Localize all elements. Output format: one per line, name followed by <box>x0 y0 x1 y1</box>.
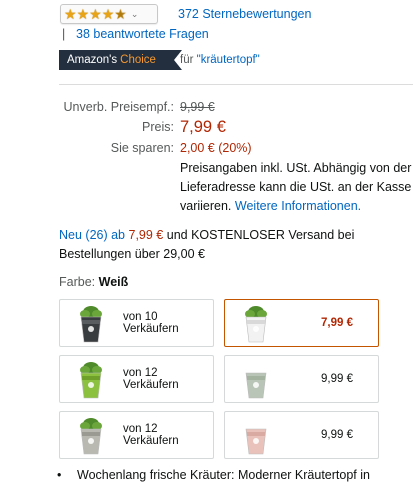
price-value: 7,99 € <box>180 118 226 136</box>
new-offers-price: 7,99 € <box>128 228 164 242</box>
star-rating-dropdown[interactable]: ★ ★ ★ ★ ★ ⌄ <box>60 4 158 24</box>
plant-pot-thumbnail <box>80 306 102 343</box>
savings-label: Sie sparen: <box>110 141 174 155</box>
swatch-price: 9,99 € <box>321 373 353 385</box>
color-swatch[interactable]: 7,99 € <box>224 299 379 347</box>
swatch-price: 9,99 € <box>321 429 353 441</box>
star-icon: ★ <box>76 6 90 22</box>
star-icon: ★ <box>64 6 77 22</box>
color-swatch[interactable]: von 12 Verkäufern <box>59 355 214 403</box>
swatch-seller-count: von 12 Verkäufern <box>123 367 179 391</box>
new-offers-link[interactable]: Neu (26) ab <box>59 228 125 242</box>
plant-pot-thumbnail <box>80 418 102 455</box>
plant-pot-thumbnail <box>245 306 267 343</box>
choice-query-link[interactable]: "kräutertopf" <box>197 54 260 66</box>
feature-bullet-text: Wochenlang frische Kräuter: Moderner Krä… <box>77 468 370 482</box>
feature-bullet: Wochenlang frische Kräuter: Moderner Krä… <box>57 466 409 485</box>
separator: | <box>62 27 66 41</box>
choice-keyword: für "kräutertopf" <box>180 54 260 66</box>
color-swatch[interactable]: 9,99 € <box>224 355 379 403</box>
plant-pot-thumbnail <box>245 372 267 399</box>
star-icon: ★ <box>89 6 102 22</box>
badge-word-choice: Choice <box>120 54 156 66</box>
color-swatch[interactable]: 9,99 € <box>224 411 379 459</box>
color-label-text: Farbe: <box>59 275 96 289</box>
selected-color: Weiß <box>98 275 129 289</box>
color-swatch[interactable]: von 12 Verkäufern <box>59 411 214 459</box>
list-price-value: 9,99 € <box>180 100 215 114</box>
list-price-label: Unverb. Preisempf.: <box>63 100 174 114</box>
savings-value: 2,00 € (20%) <box>180 141 252 155</box>
swatch-seller-count: von 10 Verkäufern <box>123 311 179 335</box>
color-swatch[interactable]: von 10 Verkäufern <box>59 299 214 347</box>
offers-line: Neu (26) ab 7,99 € und KOSTENLOSER Versa… <box>59 226 409 264</box>
color-label: Farbe: Weiß <box>59 275 128 289</box>
plant-pot-thumbnail <box>80 362 102 399</box>
divider <box>59 84 413 85</box>
amazons-choice-badge: Amazon's Choice <box>59 50 182 70</box>
plant-pot-thumbnail <box>245 428 267 455</box>
swatch-price: 7,99 € <box>321 317 353 329</box>
badge-word-amazons: Amazon's <box>67 54 118 66</box>
price-label: Preis: <box>142 120 174 134</box>
half-star-icon: ★ <box>114 6 127 22</box>
ratings-count-link[interactable]: 372 Sternebewertungen <box>178 7 311 21</box>
swatch-seller-count: von 12 Verkäufern <box>123 423 179 447</box>
tax-note: Preisangaben inkl. USt. Abhängig von der… <box>180 159 413 216</box>
choice-for-label: für <box>180 54 194 66</box>
star-icon: ★ <box>101 6 115 22</box>
stars: ★ ★ ★ ★ ★ <box>64 7 127 21</box>
answered-questions-link[interactable]: 38 beantwortete Fragen <box>76 27 209 41</box>
more-info-link[interactable]: Weitere Informationen. <box>235 199 361 213</box>
chevron-down-icon: ⌄ <box>130 8 139 19</box>
